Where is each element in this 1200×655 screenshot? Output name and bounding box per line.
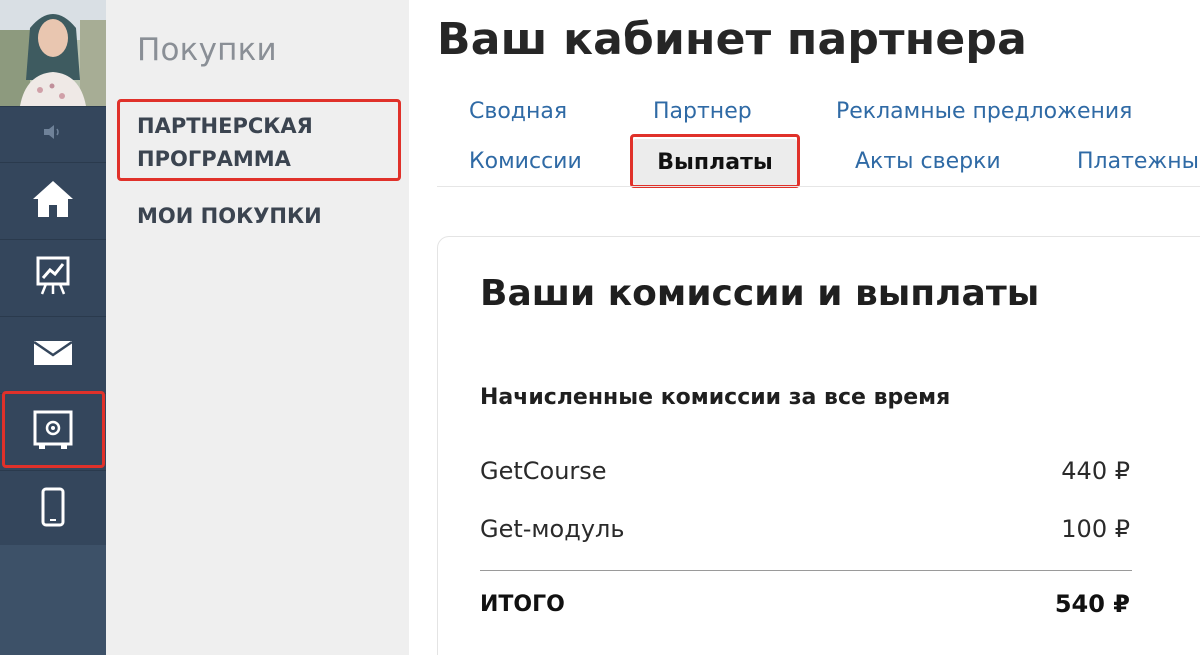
rail-item-home[interactable]	[0, 162, 106, 239]
commission-row-value: 100 ₽	[1061, 515, 1130, 543]
commission-row-label: Get-модуль	[480, 515, 625, 543]
rail-item-statistics[interactable]	[0, 239, 106, 316]
sidebar-title: Покупки	[137, 32, 277, 68]
tab-commissions[interactable]: Комиссии	[469, 149, 582, 174]
tab-partner[interactable]: Партнер	[653, 99, 752, 124]
home-icon	[31, 179, 75, 224]
payouts-tab-highlight	[630, 134, 800, 188]
partner-program-highlight	[117, 99, 401, 181]
purchases-sidebar: Покупки ПАРТНЕРСКАЯ ПРОГРАММА МОИ ПОКУПК…	[106, 0, 409, 655]
rail-sales-highlight	[2, 391, 105, 468]
phone-icon	[41, 487, 65, 532]
commission-row-label: GetCourse	[480, 457, 607, 485]
avatar[interactable]	[0, 0, 106, 106]
tab-summary[interactable]: Сводная	[469, 99, 567, 124]
main-content: Ваш кабинет партнера Сводная Партнер Рек…	[409, 0, 1200, 655]
icon-rail	[0, 0, 106, 655]
rail-item-sound[interactable]	[0, 106, 106, 162]
total-divider	[480, 570, 1132, 571]
commissions-card: Ваши комиссии и выплаты Начисленные коми…	[437, 236, 1200, 655]
mail-icon	[33, 340, 73, 371]
section-title: Начисленные комиссии за все время	[480, 385, 951, 410]
rail-filler	[0, 545, 106, 655]
page-title: Ваш кабинет партнера	[437, 14, 1027, 65]
tab-payment[interactable]: Платежный	[1077, 149, 1200, 174]
speaker-icon	[41, 123, 65, 146]
sidebar-item-my-purchases[interactable]: МОИ ПОКУПКИ	[137, 200, 322, 233]
card-title: Ваши комиссии и выплаты	[480, 273, 1040, 314]
rail-item-mobile[interactable]	[0, 470, 106, 547]
chart-board-icon	[36, 256, 70, 301]
total-value: 540 ₽	[1054, 590, 1130, 618]
tab-reconciliation-acts[interactable]: Акты сверки	[855, 149, 1001, 174]
commission-row-value: 440 ₽	[1061, 457, 1130, 485]
rail-item-messages[interactable]	[0, 316, 106, 393]
tab-ad-offers[interactable]: Рекламные предложения	[836, 99, 1132, 124]
tabs-divider	[437, 186, 1200, 187]
total-label: ИТОГО	[480, 592, 565, 617]
